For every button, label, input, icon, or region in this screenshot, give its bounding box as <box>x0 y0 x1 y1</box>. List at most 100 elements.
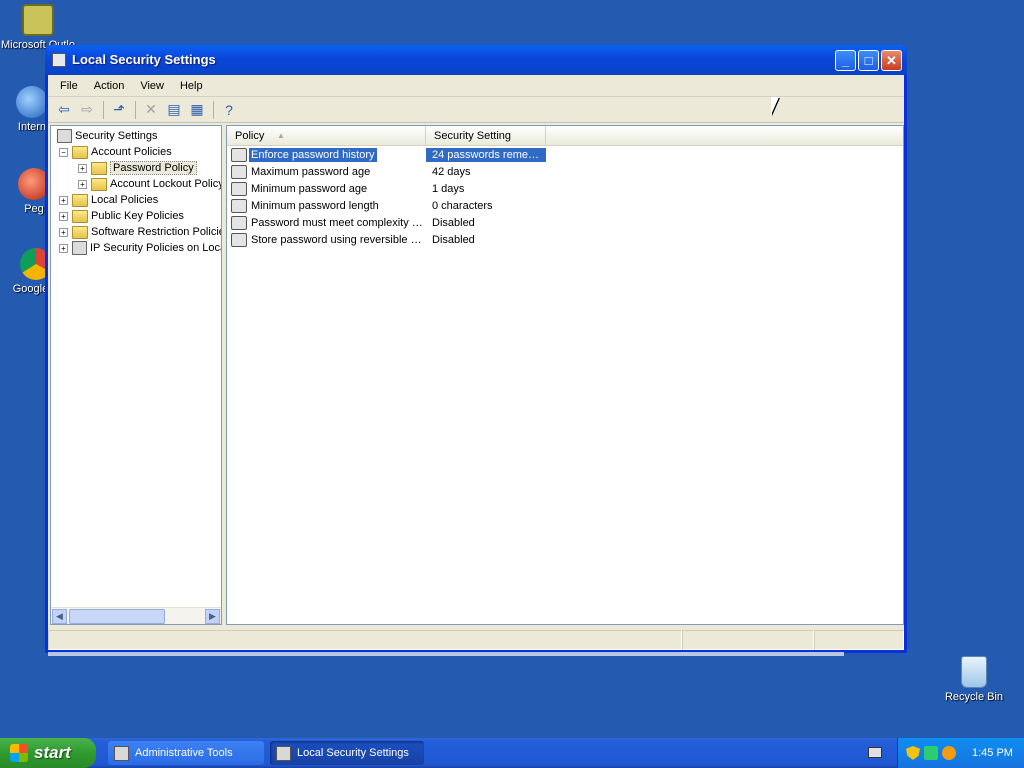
security-setting-value: 24 passwords remembered <box>426 147 546 162</box>
table-row[interactable]: Enforce password history 24 passwords re… <box>227 146 903 163</box>
policy-icon <box>231 147 247 162</box>
menu-action[interactable]: Action <box>86 80 133 92</box>
horizontal-scrollbar[interactable]: ◀ ▶ <box>51 607 221 624</box>
back-arrow-icon[interactable]: ⇦ <box>53 100 75 120</box>
list-header: Policy ▲ Security Setting <box>227 126 903 146</box>
policy-name: Minimum password age <box>251 182 368 195</box>
policy-cell: Minimum password age <box>227 181 426 196</box>
start-label: start <box>34 743 71 762</box>
minimize-button[interactable]: _ <box>835 50 856 71</box>
toolbar-separator <box>213 100 214 119</box>
scroll-thumb[interactable] <box>69 609 165 624</box>
folder-icon <box>72 225 88 239</box>
policy-icon <box>231 164 247 179</box>
title-bar[interactable]: Local Security Settings _ □ ✕ <box>45 45 907 75</box>
tree-item-password-policy[interactable]: + Password Policy <box>78 160 197 176</box>
toolbar-separator <box>135 100 136 119</box>
policy-name: Minimum password length <box>251 199 379 212</box>
tree-item-label: Security Settings <box>75 130 158 142</box>
expand-icon[interactable]: + <box>59 195 68 205</box>
maximize-button[interactable]: □ <box>858 50 879 71</box>
close-button[interactable]: ✕ <box>881 50 902 71</box>
security-setting-value: Disabled <box>432 233 475 246</box>
delete-icon[interactable]: ✕ <box>140 100 162 120</box>
tree-item-local-policies[interactable]: + Local Policies <box>59 192 158 208</box>
expand-icon[interactable]: + <box>78 179 87 189</box>
search-icon[interactable] <box>942 746 956 760</box>
help-icon[interactable]: ? <box>218 100 240 120</box>
desktop-icon-outlook[interactable]: Microsoft Outlo <box>0 4 76 51</box>
policy-icon <box>231 232 247 247</box>
tree-item-public-key-policies[interactable]: + Public Key Policies <box>59 208 184 224</box>
properties-icon[interactable]: ▤ <box>163 100 185 120</box>
policy-cell: Minimum password length <box>227 198 426 213</box>
windows-logo-icon <box>10 744 28 762</box>
app-icon <box>52 53 66 67</box>
tree-item-ip-security-policies[interactable]: + IP Security Policies on Local Computer <box>59 240 221 256</box>
tree-item-account-policies[interactable]: − Account Policies <box>59 144 172 160</box>
forward-arrow-icon[interactable]: ⇨ <box>76 100 98 120</box>
policy-list-pane: Policy ▲ Security Setting Enforce passwo… <box>226 125 904 625</box>
tree-item-label: Account Lockout Policy <box>110 178 222 190</box>
policy-cell: Password must meet complexity requiremen… <box>227 215 426 230</box>
desktop-icon-recycle-bin[interactable]: Recycle Bin <box>936 656 1012 703</box>
expand-icon[interactable]: + <box>59 227 68 237</box>
window-shadow <box>48 652 844 656</box>
ip-security-icon <box>72 241 87 255</box>
tree-item-account-lockout-policy[interactable]: + Account Lockout Policy <box>78 176 222 192</box>
keyboard-icon[interactable] <box>868 747 882 758</box>
toolbar-separator <box>103 100 104 119</box>
table-row[interactable]: Minimum password age 1 days <box>227 180 903 197</box>
expand-icon[interactable]: + <box>59 211 68 221</box>
scroll-right-icon[interactable]: ▶ <box>205 609 220 624</box>
local-security-settings-icon <box>276 745 291 761</box>
column-header-security-setting[interactable]: Security Setting <box>426 126 546 146</box>
tree-item-label: Account Policies <box>91 146 172 158</box>
taskbar-button-local-security-settings[interactable]: Local Security Settings <box>270 741 424 765</box>
start-button[interactable]: start <box>0 738 96 768</box>
clock[interactable]: 1:45 PM <box>972 747 1013 759</box>
content-area: Security Settings − Account Policies + P… <box>48 125 904 627</box>
folder-icon <box>72 193 88 207</box>
policy-folder-icon <box>91 177 107 191</box>
recycle-bin-icon <box>961 656 987 688</box>
security-settings-icon <box>57 129 72 143</box>
policy-cell: Store password using reversible encrypti… <box>227 232 426 247</box>
desktop-icon-label: Recycle Bin <box>944 691 1004 703</box>
network-icon[interactable] <box>924 746 938 760</box>
menu-file[interactable]: File <box>52 80 86 92</box>
scroll-left-icon[interactable]: ◀ <box>52 609 67 624</box>
status-segment <box>682 630 814 650</box>
taskbar: start Administrative Tools Local Securit… <box>0 738 1024 768</box>
tree-item-software-restriction-policies[interactable]: + Software Restriction Policies <box>59 224 222 240</box>
folder-icon <box>72 209 88 223</box>
column-header-policy[interactable]: Policy ▲ <box>227 126 426 146</box>
up-folder-icon[interactable]: ⬏ <box>108 100 130 120</box>
administrative-tools-icon <box>114 745 129 761</box>
table-row[interactable]: Password must meet complexity requiremen… <box>227 214 903 231</box>
menu-bar: File Action View Help <box>48 75 904 97</box>
tree-item-label: Password Policy <box>110 161 197 175</box>
table-row[interactable]: Store password using reversible encrypti… <box>227 231 903 248</box>
expand-icon[interactable]: + <box>78 163 87 173</box>
table-row[interactable]: Maximum password age 42 days <box>227 163 903 180</box>
security-setting-value: 0 characters <box>432 199 493 212</box>
security-shield-icon[interactable] <box>906 746 920 760</box>
menu-view[interactable]: View <box>132 80 172 92</box>
expand-icon[interactable]: + <box>59 243 68 253</box>
security-setting-value: 1 days <box>432 182 465 195</box>
window-title: Local Security Settings <box>72 52 216 67</box>
security-setting-value: Disabled <box>432 216 475 229</box>
taskbar-button-administrative-tools[interactable]: Administrative Tools <box>108 741 264 765</box>
menu-help[interactable]: Help <box>172 80 211 92</box>
status-bar <box>48 628 904 650</box>
tree-root[interactable]: Security Settings <box>57 128 158 144</box>
policy-icon <box>231 215 247 230</box>
tree-item-label: Software Restriction Policies <box>91 226 222 238</box>
table-row[interactable]: Minimum password length 0 characters <box>227 197 903 214</box>
collapse-icon[interactable]: − <box>59 147 68 157</box>
policy-cell: Enforce password history <box>227 147 426 162</box>
export-list-icon[interactable]: ▦ <box>186 100 208 120</box>
status-segment <box>814 630 904 650</box>
policy-icon <box>231 198 247 213</box>
